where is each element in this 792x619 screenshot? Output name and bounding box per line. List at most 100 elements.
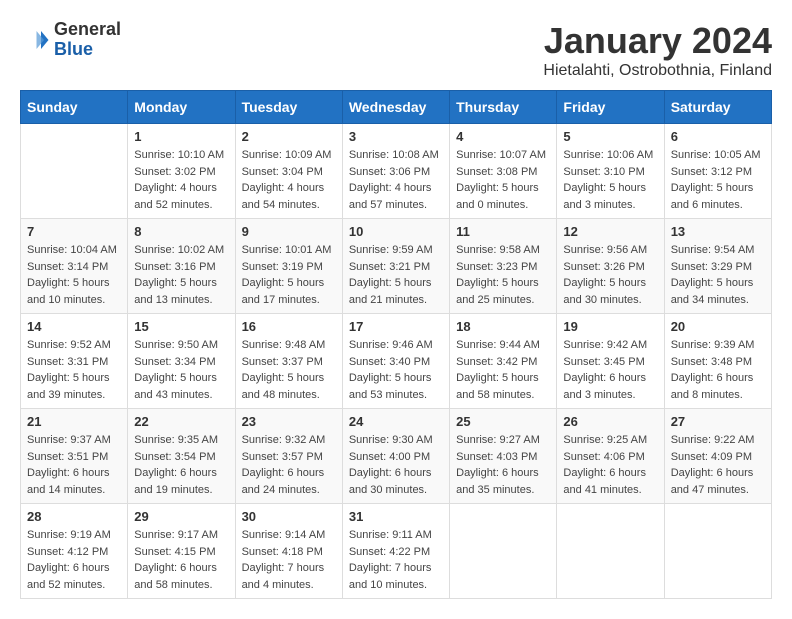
day-number: 15 [134,319,228,334]
day-number: 28 [27,509,121,524]
day-info: Sunrise: 9:42 AM Sunset: 3:45 PM Dayligh… [563,337,657,403]
day-info: Sunrise: 9:22 AM Sunset: 4:09 PM Dayligh… [671,432,765,498]
day-number: 21 [27,414,121,429]
calendar-cell: 10Sunrise: 9:59 AM Sunset: 3:21 PM Dayli… [342,219,449,314]
day-number: 7 [27,224,121,239]
calendar-cell: 31 Sunrise: 9:11 AM Sunset: 4:22 PM Dayli… [342,504,449,599]
calendar-cell: 1Sunrise: 10:10 AM Sunset: 3:02 PM Dayli… [128,124,235,219]
day-number: 23 [242,414,336,429]
location-subtitle: Hietalahti, Ostrobothnia, Finland [543,62,772,80]
day-number: 24 [349,414,443,429]
day-number: 30 [242,509,336,524]
calendar-cell [557,504,664,599]
calendar-cell: 23 Sunrise: 9:32 AM Sunset: 3:57 PM Dayli… [235,409,342,504]
header-tuesday: Tuesday [235,91,342,124]
calendar-cell: 25Sunrise: 9:27 AM Sunset: 4:03 PM Dayli… [450,409,557,504]
day-info: Sunrise: 10:04 AM Sunset: 3:14 PM Daylig… [27,242,121,308]
day-number: 3 [349,129,443,144]
day-info: Sunrise: 9:44 AM Sunset: 3:42 PM Dayligh… [456,337,550,403]
day-number: 16 [242,319,336,334]
day-info: Sunrise: 9:54 AM Sunset: 3:29 PM Dayligh… [671,242,765,308]
calendar-cell: 5 Sunrise: 10:06 AM Sunset: 3:10 PM Dayli… [557,124,664,219]
day-info: Sunrise: 9:35 AM Sunset: 3:54 PM Dayligh… [134,432,228,498]
calendar-cell: 7 Sunrise: 10:04 AM Sunset: 3:14 PM Dayli… [21,219,128,314]
day-number: 22 [134,414,228,429]
day-info: Sunrise: 9:52 AM Sunset: 3:31 PM Dayligh… [27,337,121,403]
calendar-cell [450,504,557,599]
week-row-2: 7 Sunrise: 10:04 AM Sunset: 3:14 PM Dayli… [21,219,772,314]
header-thursday: Thursday [450,91,557,124]
calendar-cell: 19 Sunrise: 9:42 AM Sunset: 3:45 PM Dayli… [557,314,664,409]
calendar-cell: 8 Sunrise: 10:02 AM Sunset: 3:16 PM Dayli… [128,219,235,314]
header-sunday: Sunday [21,91,128,124]
day-number: 26 [563,414,657,429]
day-info: Sunrise: 10:06 AM Sunset: 3:10 PM Daylig… [563,147,657,213]
header-monday: Monday [128,91,235,124]
calendar-cell: 28 Sunrise: 9:19 AM Sunset: 4:12 PM Dayli… [21,504,128,599]
day-info: Sunrise: 9:39 AM Sunset: 3:48 PM Dayligh… [671,337,765,403]
day-info: Sunrise: 9:19 AM Sunset: 4:12 PM Dayligh… [27,527,121,593]
calendar-cell: 27Sunrise: 9:22 AM Sunset: 4:09 PM Dayli… [664,409,771,504]
header: General Blue January 2024 Hietalahti, Os… [20,20,772,80]
week-row-3: 14 Sunrise: 9:52 AM Sunset: 3:31 PM Dayli… [21,314,772,409]
day-number: 8 [134,224,228,239]
calendar-cell: 11 Sunrise: 9:58 AM Sunset: 3:23 PM Dayli… [450,219,557,314]
calendar-cell: 24Sunrise: 9:30 AM Sunset: 4:00 PM Dayli… [342,409,449,504]
calendar-cell [21,124,128,219]
day-info: Sunrise: 10:01 AM Sunset: 3:19 PM Daylig… [242,242,336,308]
day-number: 29 [134,509,228,524]
calendar-cell: 14 Sunrise: 9:52 AM Sunset: 3:31 PM Dayli… [21,314,128,409]
day-number: 2 [242,129,336,144]
day-info: Sunrise: 9:14 AM Sunset: 4:18 PM Dayligh… [242,527,336,593]
week-row-4: 21 Sunrise: 9:37 AM Sunset: 3:51 PM Dayli… [21,409,772,504]
day-info: Sunrise: 9:46 AM Sunset: 3:40 PM Dayligh… [349,337,443,403]
logo-general-text: General [54,20,121,40]
week-row-5: 28 Sunrise: 9:19 AM Sunset: 4:12 PM Dayli… [21,504,772,599]
calendar-cell: 12Sunrise: 9:56 AM Sunset: 3:26 PM Dayli… [557,219,664,314]
day-number: 14 [27,319,121,334]
day-info: Sunrise: 9:50 AM Sunset: 3:34 PM Dayligh… [134,337,228,403]
day-number: 17 [349,319,443,334]
day-info: Sunrise: 9:11 AM Sunset: 4:22 PM Dayligh… [349,527,443,593]
week-row-1: 1Sunrise: 10:10 AM Sunset: 3:02 PM Dayli… [21,124,772,219]
calendar-table: Sunday Monday Tuesday Wednesday Thursday… [20,90,772,599]
day-number: 25 [456,414,550,429]
day-info: Sunrise: 10:02 AM Sunset: 3:16 PM Daylig… [134,242,228,308]
day-number: 31 [349,509,443,524]
day-info: Sunrise: 9:17 AM Sunset: 4:15 PM Dayligh… [134,527,228,593]
day-info: Sunrise: 9:37 AM Sunset: 3:51 PM Dayligh… [27,432,121,498]
header-friday: Friday [557,91,664,124]
page-container: General Blue January 2024 Hietalahti, Os… [20,20,772,599]
calendar-cell: 29 Sunrise: 9:17 AM Sunset: 4:15 PM Dayli… [128,504,235,599]
calendar-cell: 16 Sunrise: 9:48 AM Sunset: 3:37 PM Dayli… [235,314,342,409]
day-info: Sunrise: 9:25 AM Sunset: 4:06 PM Dayligh… [563,432,657,498]
calendar-cell [664,504,771,599]
calendar-cell: 22 Sunrise: 9:35 AM Sunset: 3:54 PM Dayli… [128,409,235,504]
calendar-cell: 4Sunrise: 10:07 AM Sunset: 3:08 PM Dayli… [450,124,557,219]
day-headers-row: Sunday Monday Tuesday Wednesday Thursday… [21,91,772,124]
logo-text: General Blue [54,20,121,60]
calendar-cell: 20 Sunrise: 9:39 AM Sunset: 3:48 PM Dayli… [664,314,771,409]
calendar-cell: 2Sunrise: 10:09 AM Sunset: 3:04 PM Dayli… [235,124,342,219]
day-info: Sunrise: 10:10 AM Sunset: 3:02 PM Daylig… [134,147,228,213]
day-number: 10 [349,224,443,239]
calendar-cell: 3Sunrise: 10:08 AM Sunset: 3:06 PM Dayli… [342,124,449,219]
day-info: Sunrise: 9:58 AM Sunset: 3:23 PM Dayligh… [456,242,550,308]
day-info: Sunrise: 10:05 AM Sunset: 3:12 PM Daylig… [671,147,765,213]
calendar-cell: 6Sunrise: 10:05 AM Sunset: 3:12 PM Dayli… [664,124,771,219]
day-info: Sunrise: 9:32 AM Sunset: 3:57 PM Dayligh… [242,432,336,498]
calendar-cell: 9 Sunrise: 10:01 AM Sunset: 3:19 PM Dayli… [235,219,342,314]
day-number: 5 [563,129,657,144]
logo-icon [20,25,50,55]
day-number: 20 [671,319,765,334]
day-number: 13 [671,224,765,239]
day-number: 4 [456,129,550,144]
logo-blue-text: Blue [54,40,121,60]
calendar-cell: 17 Sunrise: 9:46 AM Sunset: 3:40 PM Dayli… [342,314,449,409]
day-number: 19 [563,319,657,334]
calendar-cell: 26 Sunrise: 9:25 AM Sunset: 4:06 PM Dayli… [557,409,664,504]
day-number: 11 [456,224,550,239]
calendar-cell: 18Sunrise: 9:44 AM Sunset: 3:42 PM Dayli… [450,314,557,409]
day-info: Sunrise: 9:48 AM Sunset: 3:37 PM Dayligh… [242,337,336,403]
day-number: 9 [242,224,336,239]
